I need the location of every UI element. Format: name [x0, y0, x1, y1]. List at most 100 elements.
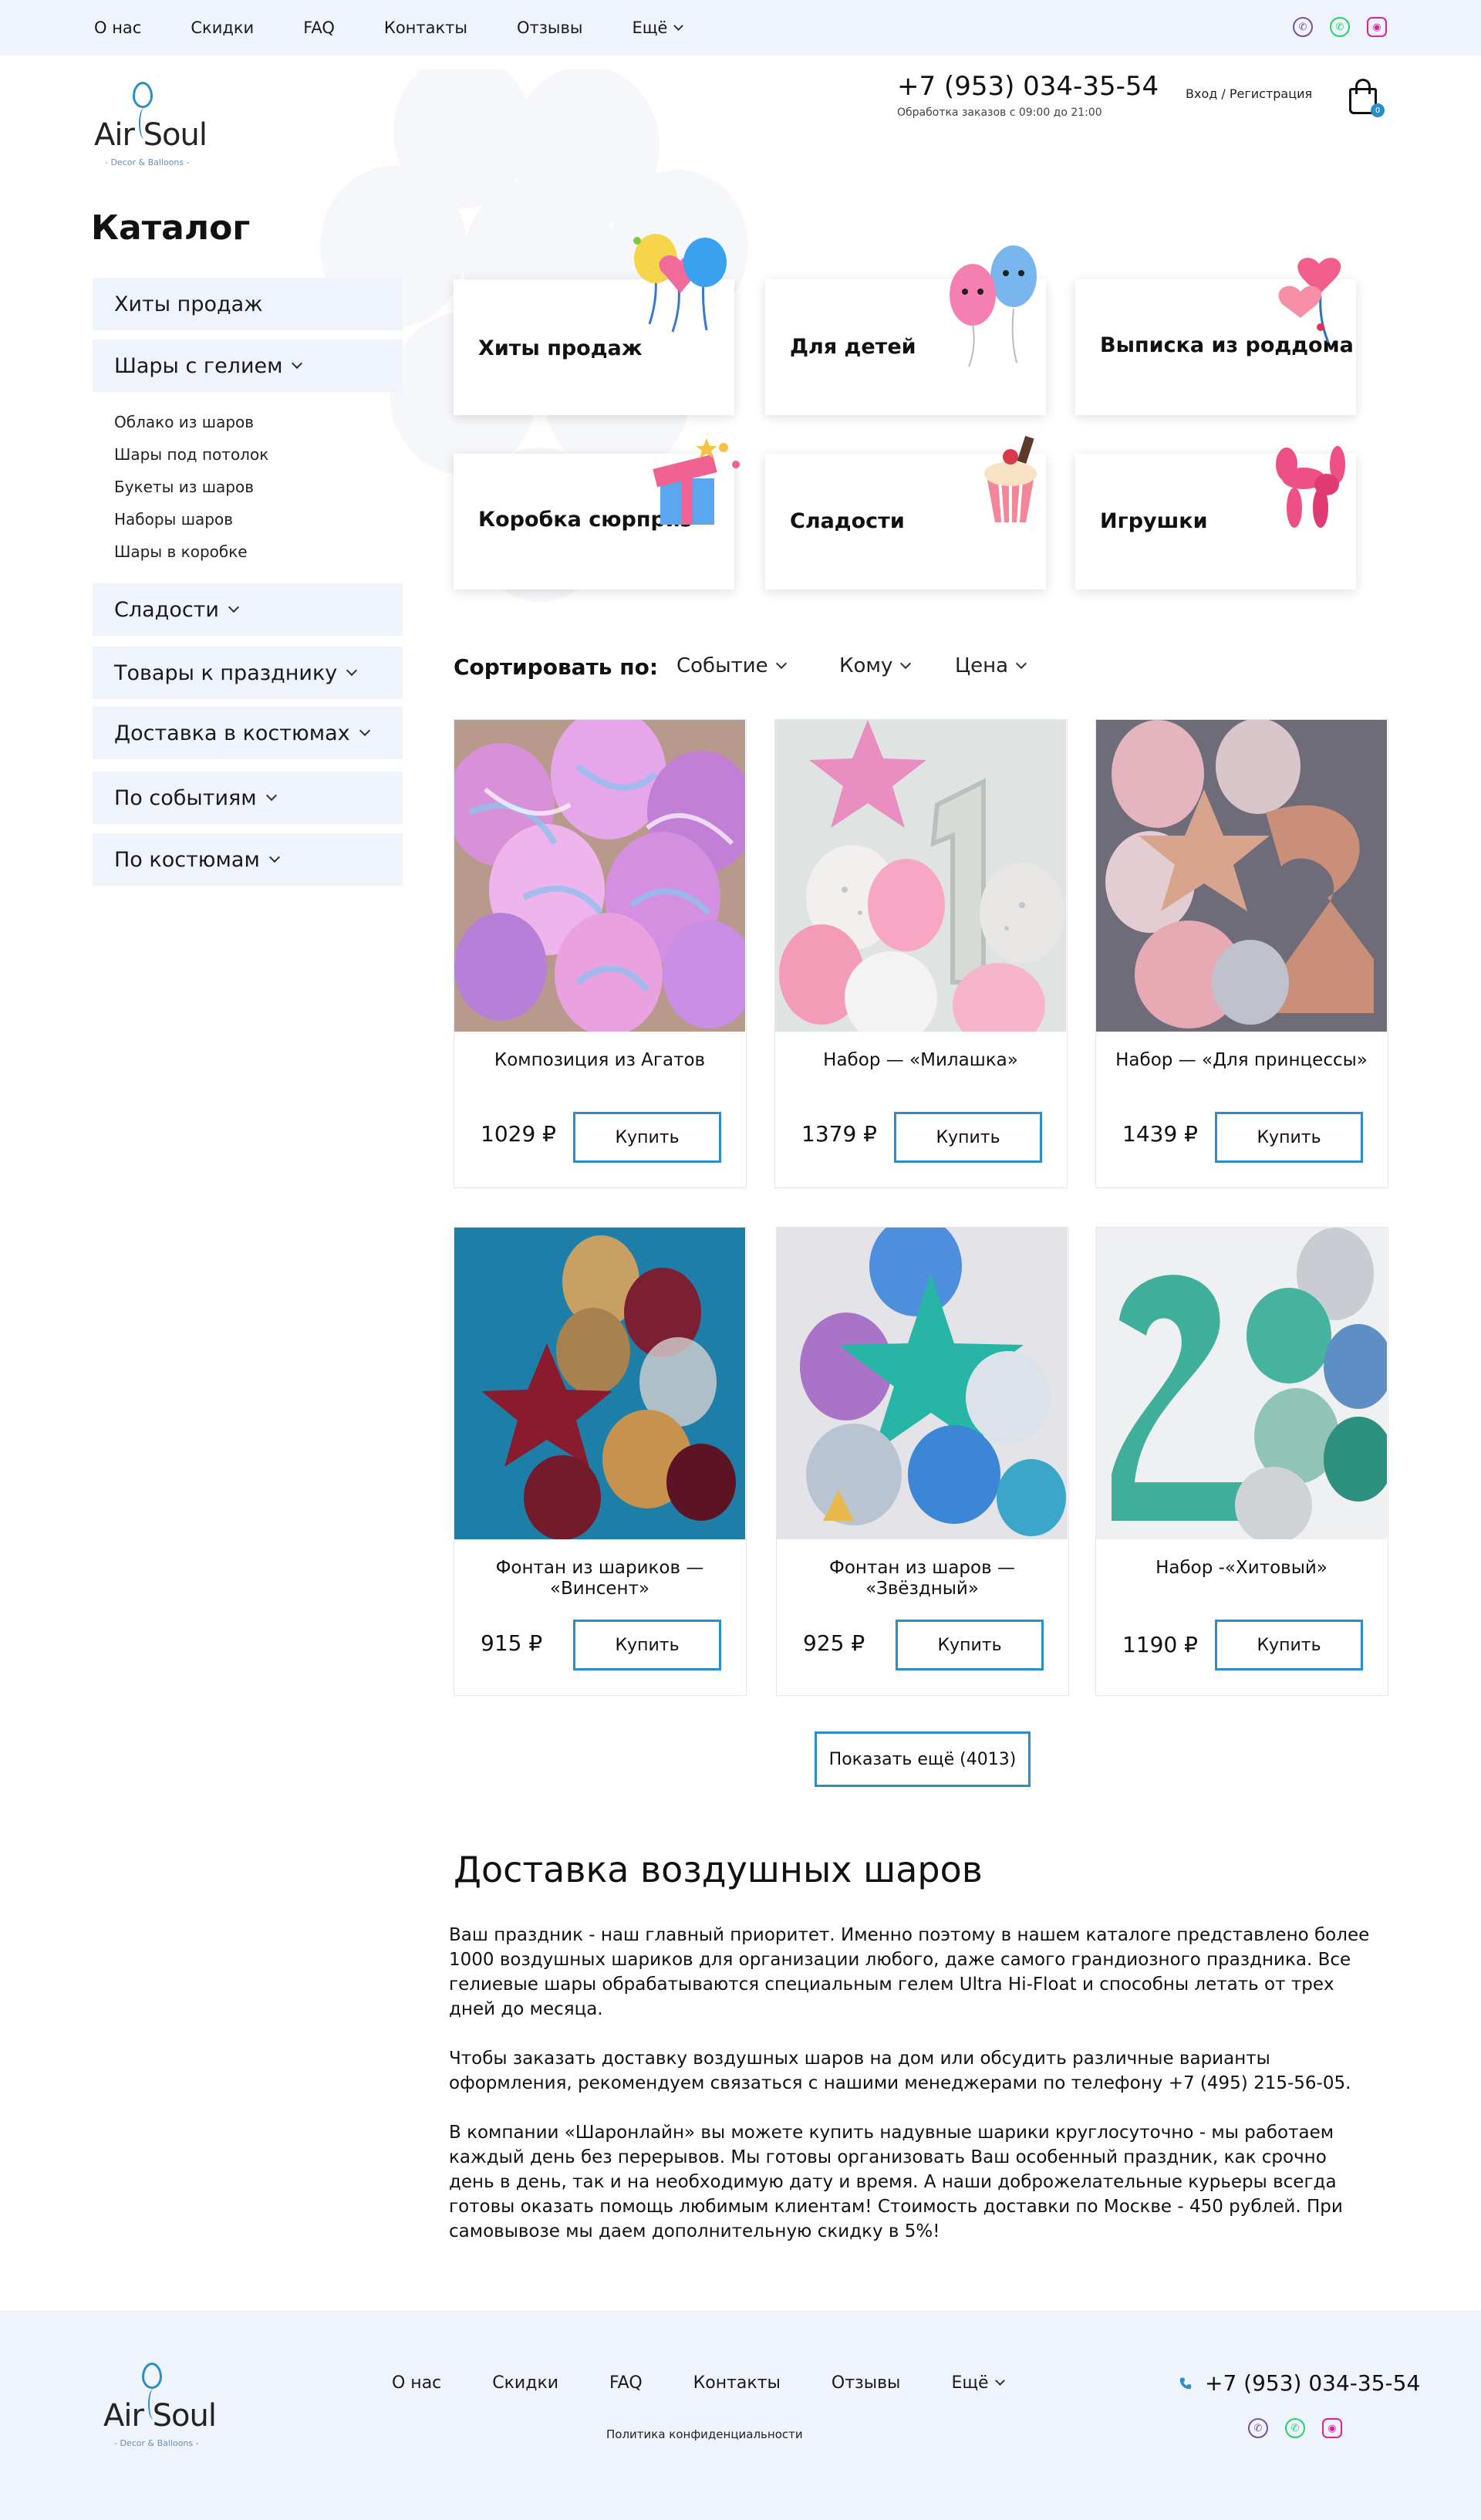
chevron-down-icon [673, 20, 684, 31]
sidebar-item-by-costumes[interactable]: По костюмам [93, 833, 403, 886]
footer-nav-faq[interactable]: FAQ [609, 2373, 643, 2393]
buy-button[interactable]: Купить [1215, 1112, 1363, 1163]
chevron-down-icon [228, 601, 240, 613]
buy-button[interactable]: Купить [896, 1620, 1044, 1670]
chevron-down-icon [268, 851, 280, 863]
sidebar-item-costume-delivery[interactable]: Доставка в костюмах [93, 707, 403, 759]
category-tile-sweets[interactable]: Сладости [765, 435, 1046, 589]
buy-button[interactable]: Купить [573, 1620, 721, 1670]
product-price: 1029 ₽ [481, 1121, 556, 1147]
product-photo-star-fountain[interactable] [777, 1228, 1068, 1539]
nav-about[interactable]: О нас [94, 19, 141, 37]
whatsapp-icon[interactable]: ✆ [1285, 2418, 1305, 2438]
product-card: Набор -«Хитовый» 1190 ₽ Купить [1095, 1227, 1388, 1696]
sort-by-event-dropdown[interactable]: Событие [676, 654, 787, 677]
product-name[interactable]: Композиция из Агатов [465, 1050, 734, 1071]
show-more-button[interactable]: Показать ещё (4013) [815, 1731, 1031, 1787]
seo-paragraph: В компании «Шаронлайн» вы можете купить … [449, 2123, 1343, 2241]
login-register-link[interactable]: Вход / Регистрация [1186, 86, 1312, 101]
submenu-item-box[interactable]: Шары в коробке [114, 541, 268, 573]
product-price: 915 ₽ [481, 1630, 543, 1656]
product-price: 1439 ₽ [1122, 1121, 1198, 1147]
product-name[interactable]: Набор — «Милашка» [786, 1050, 1055, 1071]
product-name[interactable]: Фонтан из шаров — «Звёздный» [788, 1558, 1057, 1599]
privacy-policy-link[interactable]: Политика конфиденциальности [606, 2427, 803, 2441]
footer-phone[interactable]: +7 (953) 034-35-54 [1179, 2370, 1420, 2396]
footer-nav-reviews[interactable]: Отзывы [832, 2373, 901, 2393]
smiling-balloons-icon [950, 245, 1037, 367]
sidebar-item-label: Хиты продаж [114, 292, 263, 316]
category-tile-toys[interactable]: Игрушки [1075, 446, 1356, 589]
order-hours: Обработка заказов с 09:00 до 21:00 [897, 106, 1102, 119]
sidebar-item-bestsellers[interactable]: Хиты продаж [93, 278, 403, 330]
footer-nav-more[interactable]: Ещё [951, 2373, 1005, 2393]
seo-title: Доставка воздушных шаров [454, 1849, 983, 1890]
viber-icon[interactable]: ✆ [1248, 2418, 1268, 2438]
submenu-item-bouquets[interactable]: Букеты из шаров [114, 476, 268, 508]
sidebar-item-label: По костюмам [114, 847, 260, 872]
top-nav: О нас Скидки FAQ Контакты Отзывы Ещё [94, 0, 731, 56]
site-logo[interactable]: Air Soul - Decor & Balloons - [93, 77, 208, 177]
category-label: Для детей [790, 335, 916, 359]
footer-nav-about[interactable]: О нас [392, 2373, 441, 2393]
category-tile-maternity[interactable]: Выписка из роддома [1075, 258, 1356, 415]
sort-option-label: Кому [839, 654, 893, 677]
product-photo-agate-balloons[interactable] [454, 720, 745, 1032]
nav-reviews[interactable]: Отзывы [517, 19, 582, 37]
footer-logo[interactable]: Air Soul - Decor & Balloons - [102, 2358, 218, 2458]
sort-label: Сортировать по: [454, 654, 659, 680]
helium-submenu: Облако из шаров Шары под потолок Букеты … [114, 411, 268, 573]
phone-icon [1179, 2377, 1192, 2389]
sidebar-item-by-events[interactable]: По событиям [93, 772, 403, 824]
sort-by-price-dropdown[interactable]: Цена [955, 654, 1027, 677]
sort-by-recipient-dropdown[interactable]: Кому [839, 654, 912, 677]
product-name[interactable]: Набор -«Хитовый» [1107, 1558, 1376, 1579]
instagram-icon[interactable]: ◉ [1322, 2418, 1342, 2438]
product-name[interactable]: Фонтан из шариков — «Винсент» [465, 1558, 734, 1599]
nav-more-label: Ещё [632, 19, 668, 37]
footer-nav: О нас Скидки FAQ Контакты Отзывы Ещё [392, 2373, 1054, 2393]
chevron-down-icon [994, 2376, 1005, 2386]
product-card: Набор — «Милашка» 1379 ₽ Купить [774, 719, 1068, 1188]
nav-discounts[interactable]: Скидки [191, 19, 254, 37]
nav-more[interactable]: Ещё [632, 19, 684, 37]
viber-icon[interactable]: ✆ [1293, 17, 1313, 37]
category-tile-bestsellers[interactable]: Хиты продаж [454, 234, 734, 415]
sidebar-item-helium[interactable]: Шары с гелием [93, 339, 403, 392]
cupcake-icon [984, 435, 1037, 523]
catalog-title: Каталог [91, 208, 251, 248]
whatsapp-icon[interactable]: ✆ [1330, 17, 1350, 37]
instagram-icon[interactable]: ◉ [1367, 17, 1387, 37]
submenu-item-ceiling[interactable]: Шары под потолок [114, 444, 268, 476]
sidebar-item-holiday-goods[interactable]: Товары к празднику [93, 647, 403, 699]
footer-nav-discounts[interactable]: Скидки [492, 2373, 558, 2393]
footer-nav-more-label: Ещё [951, 2373, 989, 2393]
product-photo-hit-set[interactable] [1096, 1228, 1387, 1539]
product-photo-princess-set[interactable] [1096, 720, 1387, 1032]
submenu-item-cloud[interactable]: Облако из шаров [114, 411, 268, 444]
cart-button[interactable]: 0 [1346, 77, 1385, 117]
chevron-down-icon [346, 664, 358, 677]
sidebar-item-label: По событиям [114, 785, 257, 810]
header-phone[interactable]: +7 (953) 034-35-54 [897, 71, 1159, 102]
nav-faq[interactable]: FAQ [303, 19, 335, 37]
logo-subtitle: - Decor & Balloons - [114, 2438, 199, 2448]
footer [0, 2310, 1481, 2520]
footer-nav-contacts[interactable]: Контакты [693, 2373, 781, 2393]
category-label: Сладости [790, 509, 905, 533]
buy-button[interactable]: Купить [1215, 1620, 1363, 1670]
product-card: Фонтан из шаров — «Звёздный» 925 ₽ Купит… [776, 1227, 1069, 1696]
submenu-item-sets[interactable]: Наборы шаров [114, 508, 268, 541]
buy-button[interactable]: Купить [573, 1112, 721, 1163]
category-tile-surprise-box[interactable]: Коробка сюрприз [454, 438, 740, 589]
seo-paragraph: Ваш праздник - наш главный приоритет. Им… [449, 1925, 1370, 2019]
nav-contacts[interactable]: Контакты [384, 19, 467, 37]
buy-button[interactable]: Купить [894, 1112, 1042, 1163]
product-photo-vincent-fountain[interactable] [454, 1228, 745, 1539]
sidebar-item-sweets[interactable]: Сладости [93, 583, 403, 636]
product-name[interactable]: Набор — «Для принцессы» [1107, 1050, 1376, 1071]
category-tile-kids[interactable]: Для детей [765, 245, 1046, 415]
seo-paragraph: Чтобы заказать доставку воздушных шаров … [449, 2049, 1351, 2093]
product-photo-milashka-set[interactable] [775, 720, 1066, 1032]
logo-subtitle: - Decor & Balloons - [105, 157, 190, 167]
